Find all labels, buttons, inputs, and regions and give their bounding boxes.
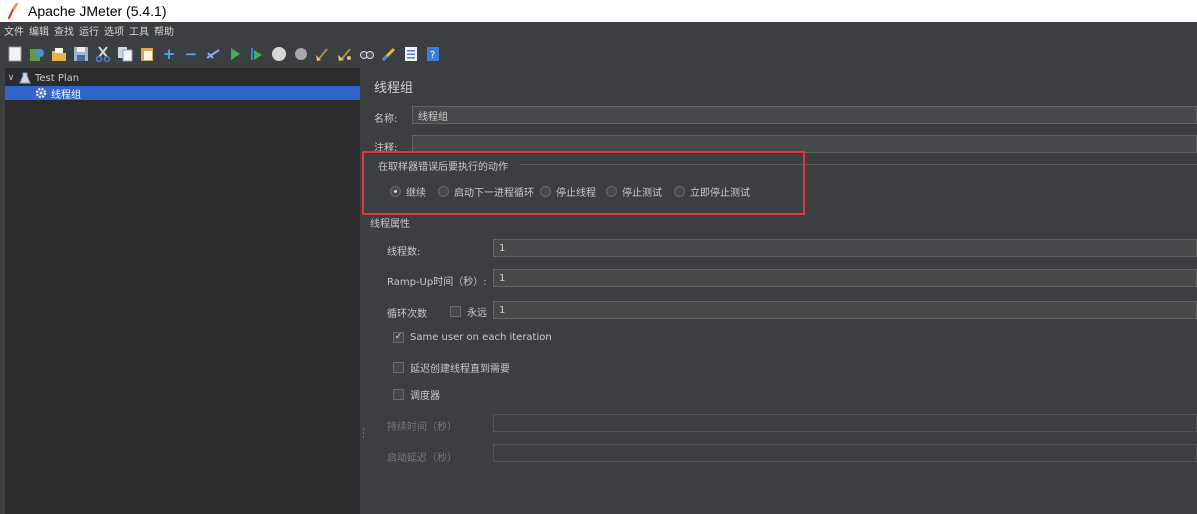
checkbox-label: 调度器 (410, 391, 440, 402)
checkbox-label: 永远 (467, 308, 487, 319)
radio-start-next-loop[interactable]: 启动下一进程循环 (438, 184, 534, 199)
start-icon[interactable] (226, 45, 244, 63)
open-icon[interactable] (50, 45, 68, 63)
toggle-icon[interactable] (204, 45, 222, 63)
menu-help[interactable]: 帮助 (154, 23, 174, 38)
scheduler-checkbox[interactable]: 调度器 (393, 387, 440, 402)
radio-continue[interactable]: 继续 (390, 184, 426, 199)
duration-label: 持续时间（秒） (387, 422, 457, 433)
same-user-checkbox[interactable]: ✓ Same user on each iteration (393, 332, 552, 343)
help-icon[interactable]: ? (424, 45, 442, 63)
radio-unselected-icon[interactable] (540, 186, 551, 197)
rampup-label: Ramp-Up时间（秒）: (387, 277, 487, 288)
startup-delay-input[interactable] (493, 444, 1197, 462)
panel-title: 线程组 (374, 81, 414, 96)
thread-group-panel: 线程组 名称: 线程组 注释: 在取样器错误后要执行的动作 继续 启动下一进程循… (368, 68, 1197, 514)
svg-text:?: ? (430, 50, 435, 61)
radio-unselected-icon[interactable] (674, 186, 685, 197)
checkbox-unchecked-icon[interactable] (450, 306, 461, 317)
templates-icon[interactable] (28, 45, 46, 63)
search-icon[interactable] (358, 45, 376, 63)
checkbox-unchecked-icon[interactable] (393, 362, 404, 373)
name-label: 名称: (374, 114, 398, 125)
comment-field[interactable] (412, 135, 1197, 153)
tree-node-label: Test Plan (35, 72, 80, 84)
collapse-icon[interactable]: − (182, 45, 200, 63)
tree-node-test-plan[interactable]: ∨ Test Plan (5, 71, 79, 85)
test-plan-icon (19, 72, 31, 84)
radio-unselected-icon[interactable] (438, 186, 449, 197)
rampup-input[interactable]: 1 (493, 269, 1197, 287)
name-field[interactable]: 线程组 (412, 106, 1197, 124)
expand-icon[interactable]: + (160, 45, 178, 63)
delay-thread-creation-checkbox[interactable]: 延迟创建线程直到需要 (393, 360, 510, 375)
radio-label: 停止线程 (556, 188, 596, 199)
checkbox-label: 延迟创建线程直到需要 (410, 364, 510, 375)
title-bar: Apache JMeter (5.4.1) (0, 0, 1197, 22)
reset-search-icon[interactable] (380, 45, 398, 63)
forever-checkbox[interactable]: 永远 (450, 304, 487, 319)
checkbox-label: Same user on each iteration (410, 332, 552, 343)
menu-options[interactable]: 选项 (104, 23, 124, 38)
cut-icon[interactable] (94, 45, 112, 63)
radio-label: 立即停止测试 (690, 188, 750, 199)
checkmark-icon[interactable]: ✓ (393, 332, 404, 343)
gear-icon (35, 87, 47, 99)
radio-label: 停止测试 (622, 188, 662, 199)
menu-bar: 文件 编辑 查找 运行 选项 工具 帮助 (0, 22, 1197, 39)
checkbox-unchecked-icon[interactable] (393, 389, 404, 400)
radio-label: 启动下一进程循环 (454, 188, 534, 199)
paste-icon[interactable] (138, 45, 156, 63)
group-border (520, 164, 1197, 165)
radio-stop-thread[interactable]: 停止线程 (540, 184, 596, 199)
splitter[interactable]: · · · (360, 68, 368, 514)
clear-icon[interactable] (314, 45, 332, 63)
function-helper-icon[interactable] (402, 45, 420, 63)
copy-icon[interactable] (116, 45, 134, 63)
startup-delay-label: 启动延迟（秒） (387, 453, 457, 464)
save-icon[interactable] (72, 45, 90, 63)
new-icon[interactable] (6, 45, 24, 63)
duration-input[interactable] (493, 414, 1197, 432)
menu-search[interactable]: 查找 (54, 23, 74, 38)
chevron-down-icon[interactable]: ∨ (5, 73, 17, 83)
error-action-group-title: 在取样器错误后要执行的动作 (378, 162, 508, 173)
clear-all-icon[interactable] (336, 45, 354, 63)
radio-stop-test[interactable]: 停止测试 (606, 184, 662, 199)
window-title: Apache JMeter (5.4.1) (28, 3, 167, 19)
tree-node-thread-group[interactable]: 线程组 (5, 86, 360, 101)
radio-stop-test-now[interactable]: 立即停止测试 (674, 184, 750, 199)
radio-label: 继续 (406, 188, 426, 199)
splitter-grip-icon[interactable]: · · · (362, 426, 365, 443)
menu-run[interactable]: 运行 (79, 23, 99, 38)
menu-edit[interactable]: 编辑 (29, 23, 49, 38)
comment-label: 注释: (374, 143, 398, 154)
shutdown-icon[interactable] (292, 45, 310, 63)
radio-unselected-icon[interactable] (606, 186, 617, 197)
jmeter-feather-icon (7, 3, 19, 19)
threads-input[interactable]: 1 (493, 239, 1197, 257)
threads-label: 线程数: (387, 247, 421, 258)
thread-properties-title: 线程属性 (370, 219, 410, 230)
tree-node-label: 线程组 (51, 89, 81, 101)
toolbar: + − ? (0, 40, 1197, 68)
stop-icon[interactable] (270, 45, 288, 63)
menu-file[interactable]: 文件 (4, 23, 24, 38)
test-plan-tree: ∨ Test Plan 线程组 (5, 68, 360, 514)
start-no-pause-icon[interactable] (248, 45, 266, 63)
loop-count-input[interactable]: 1 (493, 301, 1197, 319)
radio-selected-icon[interactable] (390, 186, 401, 197)
menu-tools[interactable]: 工具 (129, 23, 149, 38)
loop-count-label: 循环次数 (387, 309, 427, 320)
